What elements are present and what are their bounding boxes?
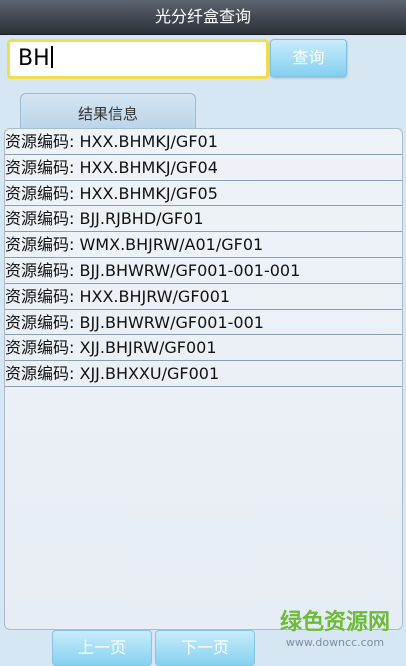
list-item[interactable]: 资源编码: WMX.BHJRW/A01/GF01 [5,232,402,258]
query-button[interactable]: 查询 [270,39,347,77]
list-item[interactable]: 资源编码: XJJ.BHXXU/GF001 [5,361,402,387]
search-input[interactable]: BH [7,39,269,79]
search-row: BH 查询 [0,34,406,86]
results-panel: 资源编码: HXX.BHMKJ/GF01 资源编码: HXX.BHMKJ/GF0… [4,128,403,630]
result-list: 资源编码: HXX.BHMKJ/GF01 资源编码: HXX.BHMKJ/GF0… [5,129,402,387]
list-item[interactable]: 资源编码: HXX.BHMKJ/GF05 [5,181,402,207]
watermark: 绿色资源网 www.downcc.com [270,610,400,654]
list-item[interactable]: 资源编码: XJJ.BHJRW/GF001 [5,335,402,362]
next-page-button[interactable]: 下一页 [155,630,255,666]
watermark-url: www.downcc.com [285,636,385,649]
list-item[interactable]: 资源编码: HXX.BHMKJ/GF04 [5,155,402,181]
list-item[interactable]: 资源编码: BJJ.BHWRW/GF001-001 [5,310,402,336]
watermark-text: 绿色资源网 [279,610,390,635]
prev-page-button[interactable]: 上一页 [52,630,152,666]
text-cursor [50,46,53,68]
list-item[interactable]: 资源编码: HXX.BHJRW/GF001 [5,284,402,310]
list-item[interactable]: 资源编码: HXX.BHMKJ/GF01 [5,129,402,155]
list-item[interactable]: 资源编码: BJJ.BHWRW/GF001-001-001 [5,258,402,284]
window-title: 光分纤盒查询 [0,0,406,35]
list-item[interactable]: 资源编码: BJJ.RJBHD/GF01 [5,206,402,233]
search-input-value: BH [18,46,50,71]
